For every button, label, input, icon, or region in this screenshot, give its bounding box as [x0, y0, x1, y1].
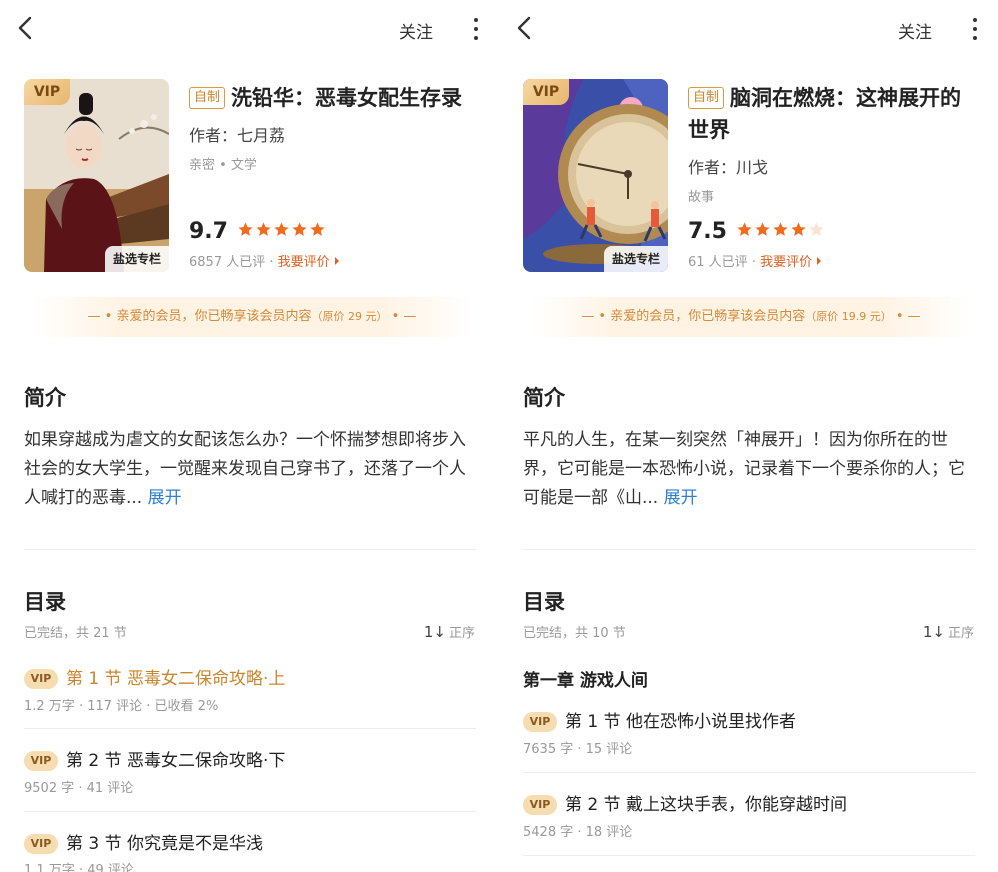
rate-link[interactable]: 我要评价: [278, 255, 339, 270]
star-icon: [737, 222, 752, 236]
rating-row: 7.5: [688, 219, 826, 249]
divider: [24, 728, 476, 729]
chapter-item[interactable]: VIP 第 2 节 戴上这块手表，你能穿越时间: [523, 790, 847, 815]
toc-heading: 目录: [24, 590, 66, 614]
star-icon: [791, 222, 806, 236]
divider: [523, 772, 975, 773]
more-options-icon[interactable]: [469, 16, 483, 42]
vip-badge: VIP: [523, 79, 569, 105]
sort-order-toggle[interactable]: 1↓ 正序: [424, 622, 475, 641]
book-title: 自制 洗铅华：恶毒女配生存录: [189, 82, 479, 114]
chapter-item[interactable]: VIP 第 2 节 恶毒女二保命攻略·下: [24, 746, 285, 771]
chapter-meta: 1.2 万字 · 117 评论 · 已收看 2%: [24, 699, 219, 714]
sort-icon: 1↓: [423, 623, 446, 641]
toc-heading: 目录: [523, 590, 565, 614]
vip-pill: VIP: [24, 669, 58, 689]
rating-row: 9.7: [189, 219, 327, 249]
member-banner: — • 亲爱的会员，你已畅享该会员内容（原价 29 元） • —: [32, 297, 472, 337]
book-cover[interactable]: VIP 盐选专栏: [523, 79, 668, 272]
member-banner: — • 亲爱的会员，你已畅享该会员内容（原价 19.9 元） • —: [531, 297, 971, 337]
score: 7.5: [688, 219, 727, 244]
book-info: 自制 脑洞在燃烧：这神展开的世界 作者：川戈 故事: [688, 82, 978, 205]
star-icon: [310, 222, 325, 236]
toc-meta: 已完结，共 21 节: [24, 626, 127, 641]
star-rating: [736, 221, 826, 242]
column-tag: 盐选专栏: [603, 246, 668, 272]
star-icon: [274, 222, 289, 236]
original-price: （原价 19.9 元）: [805, 310, 892, 323]
intro-text: 如果穿越成为虐文的女配该怎么办？一个怀揣梦想即将步入社会的女大学生，一觉醒来发现…: [24, 430, 466, 508]
rating-count: 61 人已评: [688, 255, 748, 270]
categories: 故事: [688, 190, 715, 205]
section-heading: 第一章 游戏人间: [523, 671, 648, 691]
chapter-item[interactable]: VIP 第 1 节 他在恐怖小说里找作者: [523, 707, 796, 732]
chapter-item[interactable]: VIP 第 3 节 你究竟是不是华浅: [24, 829, 263, 854]
member-tail: • —: [391, 309, 417, 324]
vip-badge: VIP: [24, 79, 70, 105]
vip-pill: VIP: [523, 712, 557, 732]
intro-text: 平凡的人生，在某一刻突然「神展开」！因为你所在的世界，它可能是一本恐怖小说，记录…: [523, 430, 965, 508]
back-arrow-icon[interactable]: [513, 14, 537, 42]
score: 9.7: [189, 219, 228, 244]
book-title: 自制 脑洞在燃烧：这神展开的世界: [688, 82, 978, 146]
book-cover[interactable]: VIP 盐选专栏: [24, 79, 169, 272]
vip-pill: VIP: [523, 795, 557, 815]
follow-button[interactable]: 关注: [898, 18, 932, 43]
star-icon: [755, 222, 770, 236]
self-made-tag: 自制: [688, 87, 725, 109]
book-title-text: 洗铅华：恶毒女配生存录: [231, 86, 463, 110]
member-text: — • 亲爱的会员，你已畅享该会员内容: [581, 309, 806, 324]
author[interactable]: 作者：川戈: [688, 154, 978, 178]
top-bar: 关注: [0, 0, 499, 58]
star-icon: [773, 222, 788, 236]
sort-order-toggle[interactable]: 1↓ 正序: [923, 622, 974, 641]
book-info: 自制 洗铅华：恶毒女配生存录 作者：七月荔 亲密 • 文学: [189, 82, 479, 173]
intro-heading: 简介: [24, 386, 66, 410]
self-made-tag: 自制: [189, 87, 226, 109]
chapter-item[interactable]: VIP 第 1 节 恶毒女二保命攻略·上: [24, 664, 285, 689]
star-rating: [237, 221, 327, 242]
cover-illustration: [523, 79, 668, 272]
chapter-meta: 5428 字 · 18 评论: [523, 825, 633, 840]
chapter-meta: 1.1 万字 · 49 评论: [24, 863, 134, 872]
book-detail-panel-right: 关注 VIP 盐选专栏 自制 脑洞在燃烧：这神展开的世界 作者：川戈 故事 7.…: [499, 0, 998, 872]
sort-icon: 1↓: [922, 623, 945, 641]
rating-count-row: 61 人已评 · 我要评价: [688, 251, 822, 270]
caret-right-icon: [334, 257, 339, 265]
original-price: （原价 29 元）: [311, 310, 388, 323]
book-detail-panel-left: 关注 VIP 盐选专栏 自制 洗铅华：恶毒女配生存录 作者：七月荔 亲密 • 文学…: [0, 0, 499, 872]
rate-link[interactable]: 我要评价: [760, 255, 822, 270]
star-icon: [809, 222, 824, 236]
member-tail: • —: [895, 309, 921, 324]
chapter-meta: 7635 字 · 15 评论: [523, 742, 633, 757]
member-text: — • 亲爱的会员，你已畅享该会员内容: [87, 309, 312, 324]
chapter-meta: 9502 字 · 41 评论: [24, 781, 134, 796]
cover-illustration: [24, 79, 169, 272]
divider: [523, 855, 975, 856]
vip-pill: VIP: [24, 834, 58, 854]
rating-count: 6857 人已评: [189, 255, 266, 270]
book-title-text: 脑洞在燃烧：这神展开的世界: [688, 86, 962, 142]
follow-button[interactable]: 关注: [399, 18, 433, 43]
star-icon: [238, 222, 253, 236]
column-tag: 盐选专栏: [104, 246, 169, 272]
expand-link[interactable]: 展开: [148, 488, 182, 508]
more-options-icon[interactable]: [968, 16, 982, 42]
caret-right-icon: [817, 257, 822, 265]
rating-count-row: 6857 人已评 · 我要评价: [189, 251, 339, 270]
categories: 亲密 • 文学: [189, 158, 257, 173]
star-icon: [256, 222, 271, 236]
divider: [24, 811, 476, 812]
intro-heading: 简介: [523, 386, 565, 410]
top-bar: 关注: [499, 0, 998, 58]
expand-link[interactable]: 展开: [664, 488, 698, 508]
author[interactable]: 作者：七月荔: [189, 122, 479, 146]
divider: [24, 549, 476, 550]
toc-meta: 已完结，共 10 节: [523, 626, 626, 641]
vip-pill: VIP: [24, 751, 58, 771]
divider: [523, 549, 975, 550]
star-icon: [292, 222, 307, 236]
back-arrow-icon[interactable]: [14, 14, 38, 42]
